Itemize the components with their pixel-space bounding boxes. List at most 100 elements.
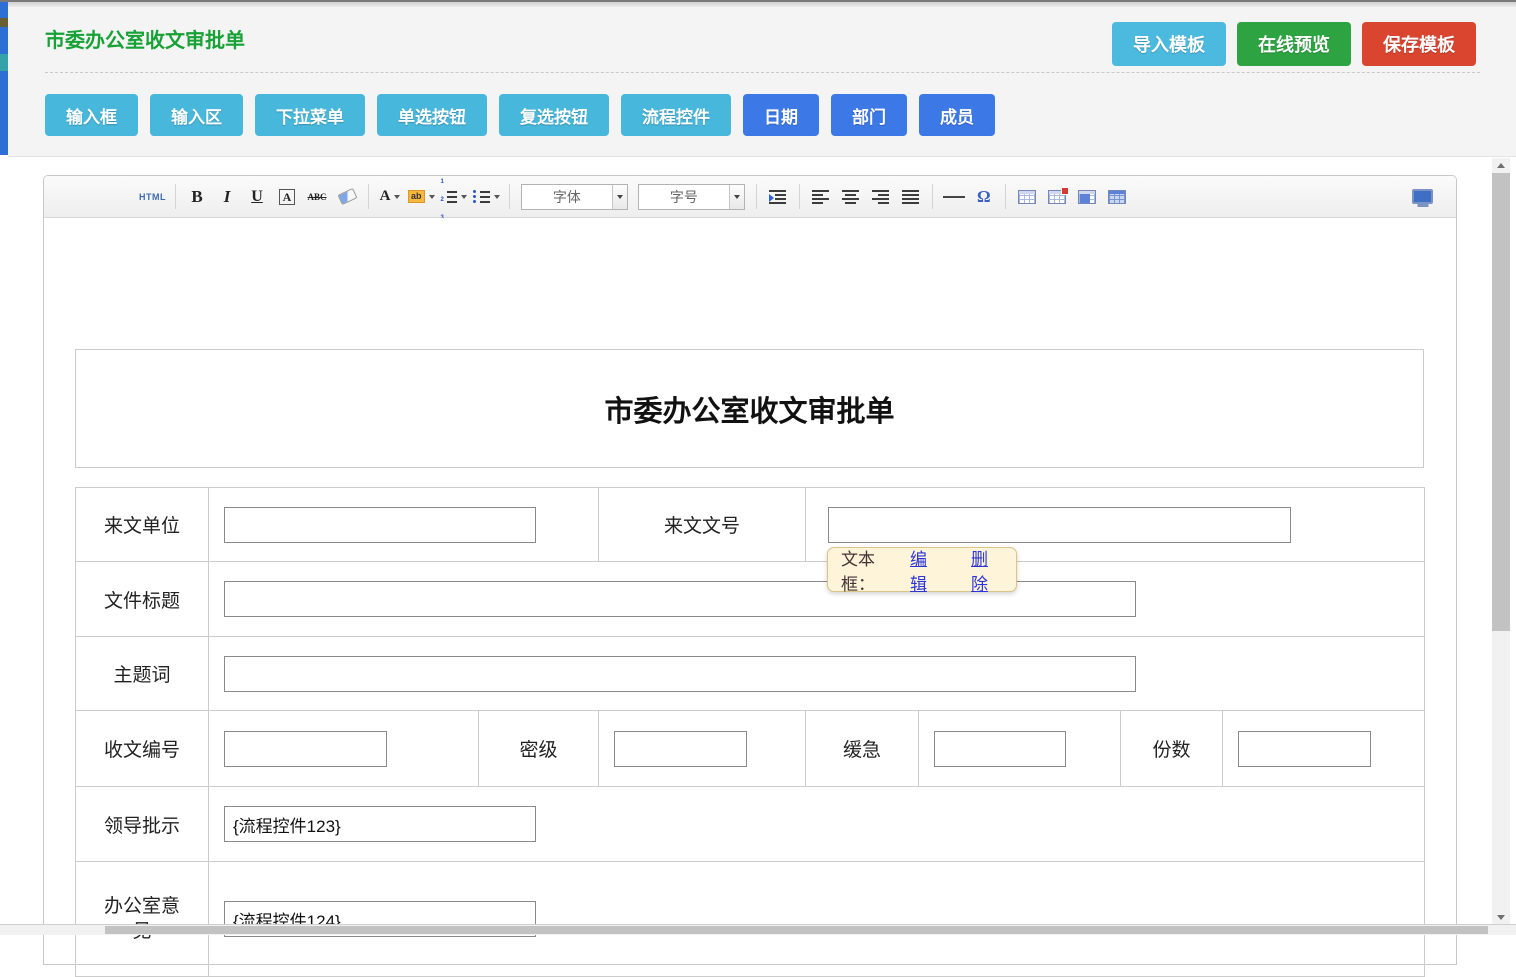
background-page-edge bbox=[0, 2, 8, 155]
bold-button[interactable]: B bbox=[185, 182, 209, 212]
toolbar-separator bbox=[1005, 184, 1006, 209]
component-button-flow-control[interactable]: 流程控件 bbox=[621, 94, 731, 136]
label-leader-comments: 领导批示 bbox=[76, 787, 209, 862]
list-lines-icon bbox=[480, 191, 490, 203]
form-title: 市委办公室收文审批单 bbox=[604, 388, 894, 430]
horizontal-rule-button[interactable] bbox=[942, 182, 966, 212]
label-incoming-number: 来文文号 bbox=[599, 488, 806, 562]
align-left-icon bbox=[812, 190, 829, 204]
incoming-unit-input[interactable] bbox=[224, 507, 536, 543]
chevron-down-icon bbox=[734, 195, 740, 199]
chevron-down-icon bbox=[429, 195, 435, 199]
label-receipt-number: 收文编号 bbox=[76, 711, 209, 787]
component-button-member[interactable]: 成员 bbox=[919, 94, 995, 136]
label-office-opinion: 办公室意见 bbox=[76, 862, 209, 977]
indent-button[interactable] bbox=[766, 182, 790, 212]
edit-link[interactable]: 编辑 bbox=[910, 545, 942, 595]
online-preview-button[interactable]: 在线预览 bbox=[1237, 22, 1351, 66]
table-properties-icon bbox=[1108, 190, 1126, 204]
label-doc-title: 文件标题 bbox=[76, 562, 209, 637]
highlight-color-button[interactable]: ab bbox=[408, 182, 435, 212]
secrecy-input[interactable] bbox=[614, 731, 747, 767]
scroll-up-arrow-icon[interactable] bbox=[1497, 163, 1505, 168]
align-right-button[interactable] bbox=[869, 182, 893, 212]
copies-input[interactable] bbox=[1238, 731, 1371, 767]
italic-button[interactable]: I bbox=[215, 182, 239, 212]
boxed-a-icon: A bbox=[279, 189, 296, 205]
component-button-textarea[interactable]: 输入区 bbox=[150, 94, 243, 136]
toolbar-separator bbox=[368, 184, 369, 209]
chevron-down-icon bbox=[394, 195, 400, 199]
label-copies: 份数 bbox=[1121, 711, 1223, 787]
horizontal-scrollbar[interactable] bbox=[0, 924, 1516, 935]
receipt-number-input[interactable] bbox=[224, 731, 387, 767]
dashed-divider bbox=[45, 72, 1480, 73]
component-button-input-box[interactable]: 输入框 bbox=[45, 94, 138, 136]
unordered-list-button[interactable] bbox=[473, 182, 500, 212]
font-size-select[interactable]: 字号 bbox=[638, 184, 745, 210]
table-row: 主题词 bbox=[76, 637, 1425, 711]
delete-table-button[interactable] bbox=[1045, 182, 1069, 212]
highlight-icon: ab bbox=[408, 190, 425, 203]
align-left-button[interactable] bbox=[809, 182, 833, 212]
horizontal-rule-icon bbox=[943, 196, 965, 198]
html-source-label: HTML bbox=[139, 192, 166, 202]
toolbar-separator bbox=[932, 184, 933, 209]
indent-icon bbox=[769, 190, 786, 204]
header-panel: 市委办公室收文审批单 导入模板 在线预览 保存模板 输入框 输入区 下拉菜单 单… bbox=[8, 2, 1516, 157]
chevron-down-icon bbox=[461, 195, 467, 199]
select-arrow-button[interactable] bbox=[612, 185, 627, 209]
save-template-button[interactable]: 保存模板 bbox=[1362, 22, 1476, 66]
action-button-group: 导入模板 在线预览 保存模板 bbox=[1112, 22, 1476, 66]
special-char-button[interactable]: Ω bbox=[972, 182, 996, 212]
monitor-icon bbox=[1412, 189, 1433, 204]
font-size-value: 字号 bbox=[639, 185, 729, 209]
strikethrough-button[interactable]: ABC bbox=[305, 182, 329, 212]
component-button-date[interactable]: 日期 bbox=[743, 94, 819, 136]
toolbar-separator bbox=[509, 184, 510, 209]
editor-toolbar: HTML B I U A ABC A ab 字体 字号 Ω bbox=[44, 176, 1456, 218]
subject-words-input[interactable] bbox=[224, 656, 1136, 692]
table-properties-button[interactable] bbox=[1105, 182, 1129, 212]
delete-link[interactable]: 删除 bbox=[971, 545, 1003, 595]
import-template-button[interactable]: 导入模板 bbox=[1112, 22, 1226, 66]
align-justify-button[interactable] bbox=[899, 182, 923, 212]
tooltip-label: 文本框： bbox=[841, 545, 905, 595]
page-title: 市委办公室收文审批单 bbox=[45, 24, 245, 53]
component-button-checkbox[interactable]: 复选按钮 bbox=[499, 94, 609, 136]
vertical-scrollbar-thumb[interactable] bbox=[1492, 173, 1510, 631]
font-family-value: 字体 bbox=[522, 185, 612, 209]
insert-table-button[interactable] bbox=[1015, 182, 1039, 212]
vertical-scrollbar[interactable] bbox=[1492, 158, 1510, 924]
font-family-select[interactable]: 字体 bbox=[521, 184, 628, 210]
unordered-list-icon bbox=[473, 190, 476, 193]
form-table: 来文单位 来文文号 文件标题 主题词 收文编号 密级 缓急 份数 bbox=[75, 487, 1425, 977]
align-center-button[interactable] bbox=[839, 182, 863, 212]
urgency-input[interactable] bbox=[934, 731, 1066, 767]
component-button-dropdown[interactable]: 下拉菜单 bbox=[255, 94, 365, 136]
font-color-button[interactable]: A bbox=[378, 182, 402, 212]
scroll-down-arrow-icon[interactable] bbox=[1497, 915, 1505, 920]
align-right-icon bbox=[872, 190, 889, 204]
underline-button[interactable]: U bbox=[245, 182, 269, 212]
table-row: 办公室意见 bbox=[76, 862, 1425, 977]
leader-comments-input[interactable] bbox=[224, 806, 536, 842]
background-fragment bbox=[0, 18, 8, 27]
window-top-shade bbox=[0, 2, 1516, 7]
toolbar-separator bbox=[756, 184, 757, 209]
office-opinion-label-text: 办公室意见 bbox=[100, 894, 184, 944]
component-button-radio[interactable]: 单选按钮 bbox=[377, 94, 487, 136]
html-source-button[interactable]: HTML bbox=[139, 182, 166, 212]
background-fragment bbox=[0, 54, 8, 71]
fullscreen-button[interactable] bbox=[1412, 182, 1441, 212]
select-arrow-button[interactable] bbox=[729, 185, 744, 209]
horizontal-scrollbar-thumb[interactable] bbox=[105, 926, 1488, 934]
cell-properties-button[interactable] bbox=[1075, 182, 1099, 212]
incoming-number-input[interactable] bbox=[828, 507, 1291, 543]
editor-content[interactable]: 市委办公室收文审批单 来文单位 来文文号 文件标题 主题词 收文 bbox=[44, 218, 1456, 963]
ordered-list-button[interactable] bbox=[441, 182, 467, 212]
component-button-department[interactable]: 部门 bbox=[831, 94, 907, 136]
label-incoming-unit: 来文单位 bbox=[76, 488, 209, 562]
toolbar-separator bbox=[799, 184, 800, 209]
remove-format-button[interactable] bbox=[335, 182, 359, 212]
